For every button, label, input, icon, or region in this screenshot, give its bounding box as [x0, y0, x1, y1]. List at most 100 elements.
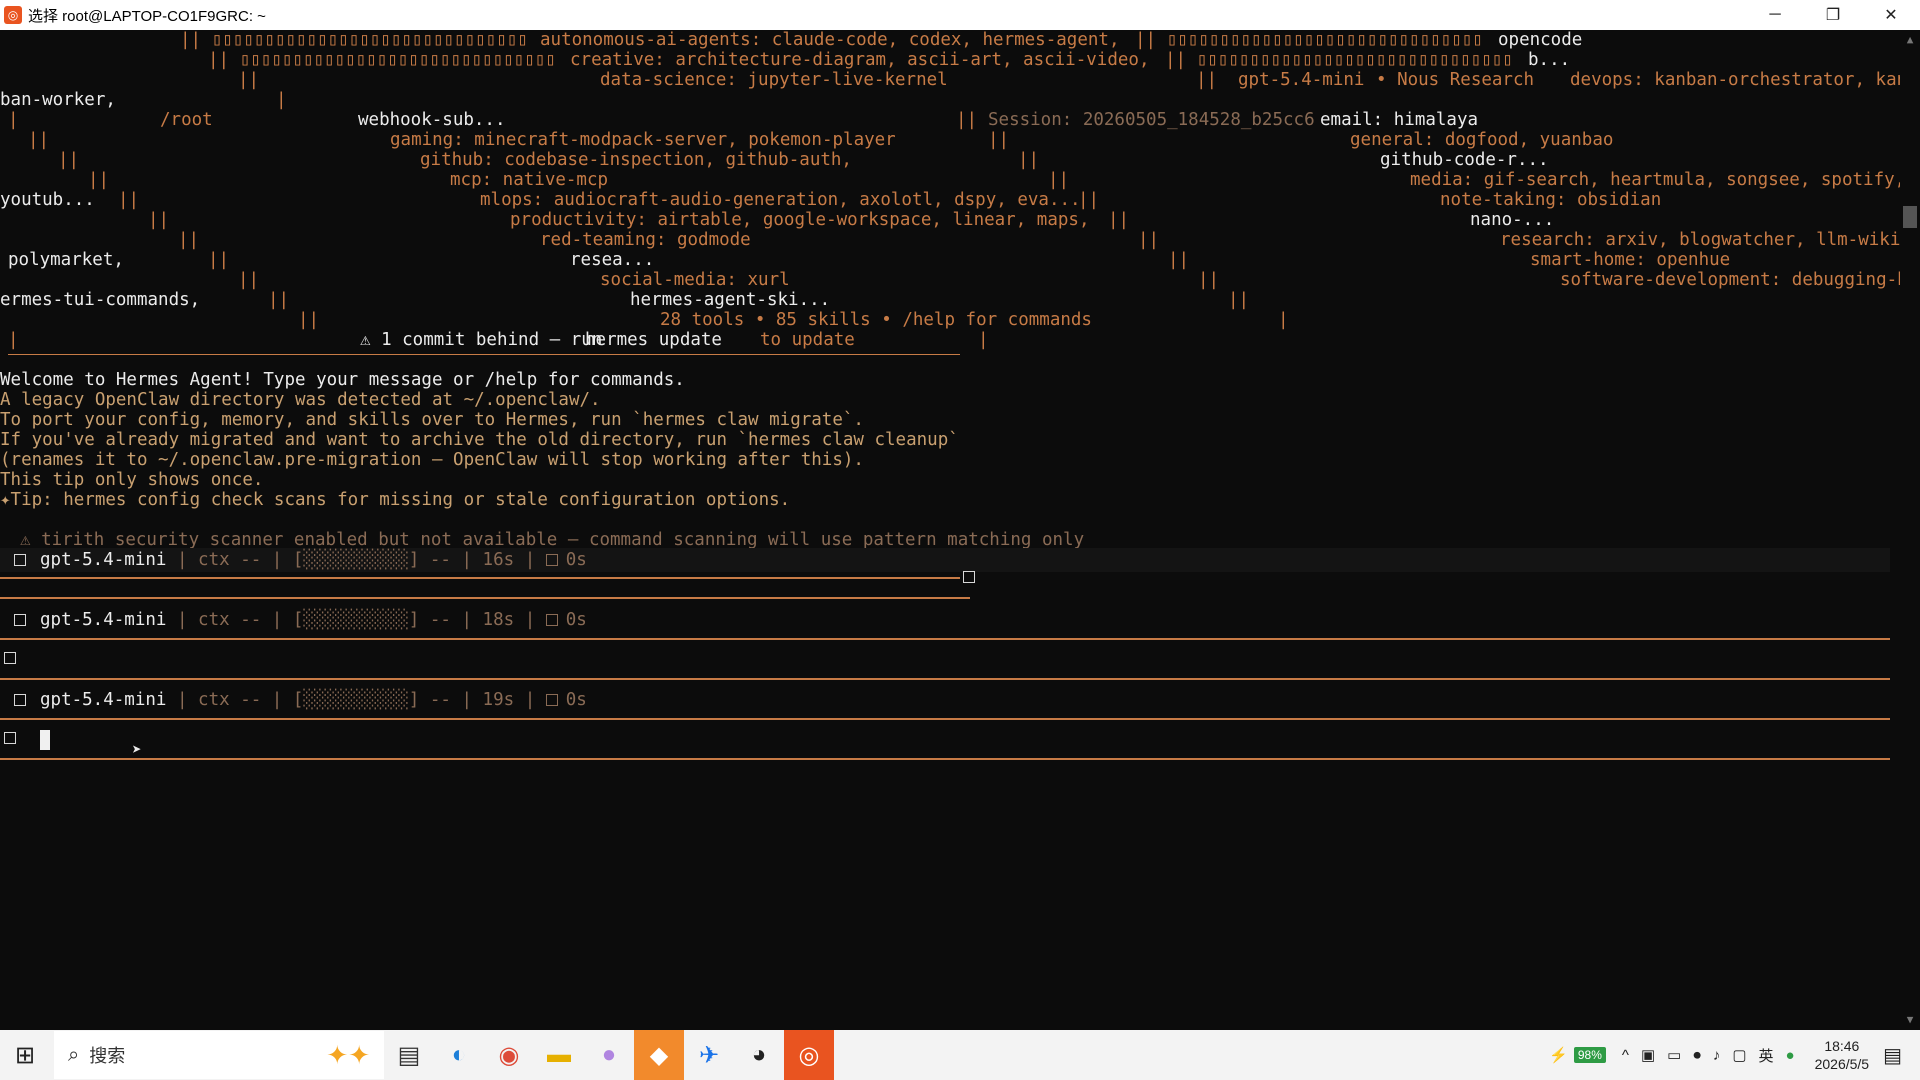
timer-icon: [545, 694, 558, 706]
terminal-area[interactable]: || ▯▯▯▯▯▯▯▯▯▯▯▯▯▯▯▯▯▯▯▯▯▯▯▯▯▯▯▯▯▯ autono…: [0, 30, 1900, 1030]
taskbar: ⊞ ⌕ 搜索 ✦✦ ▤ ◐ ◉ ▬ ● ◆ ✈ ◕ ◎ ⚡ 98% ^ ▣ ▭ …: [0, 1030, 1920, 1080]
wechat-icon[interactable]: ◆: [634, 1030, 684, 1080]
scroll-down-icon[interactable]: ▼: [1904, 1014, 1916, 1026]
minimize-button[interactable]: ─: [1746, 0, 1804, 30]
banner-border: ||: [1048, 170, 1070, 190]
terminal-scrollbar[interactable]: ▲ ▼: [1900, 30, 1920, 1030]
legacy-notice: To port your config, memory, and skills …: [0, 410, 864, 430]
banner-text: github-code-r...: [1380, 150, 1549, 170]
banner-border: ||: [268, 290, 290, 310]
banner-border: ||: [118, 190, 140, 210]
status-dash: --: [429, 610, 451, 630]
welcome-message: Welcome to Hermes Agent! Type your messa…: [0, 370, 685, 390]
status-model: gpt-5.4-mini: [40, 610, 167, 630]
banner-border: ||: [1018, 150, 1040, 170]
volume-icon[interactable]: ♪: [1713, 1047, 1721, 1064]
scroll-up-icon[interactable]: ▲: [1904, 34, 1916, 46]
clock[interactable]: 18:46 2026/5/5: [1815, 1037, 1870, 1073]
provider-name: • Nous Research: [1376, 70, 1535, 90]
clock-date: 2026/5/5: [1814, 1056, 1870, 1072]
task-view-icon[interactable]: ▤: [384, 1030, 434, 1080]
status-elapsed: 0s: [565, 610, 587, 630]
skill-category: red-teaming: godmode: [540, 230, 751, 250]
battery-icon[interactable]: ▭: [1667, 1046, 1681, 1064]
status-app-icon[interactable]: ●: [1786, 1047, 1795, 1064]
status-bar: gpt-5.4-mini | ctx -- | [░░░░░░░░░░] -- …: [0, 688, 587, 712]
update-command: hermes update: [585, 330, 722, 350]
microphone-icon[interactable]: ⏺: [1693, 1047, 1701, 1064]
cat-app-icon[interactable]: ●: [584, 1030, 634, 1080]
status-bar: gpt-5.4-mini | ctx -- | [░░░░░░░░░░] -- …: [0, 608, 587, 632]
tools-summary: 28 tools • 85 skills • /help for command…: [660, 310, 1092, 330]
banner-border: ||: [1138, 230, 1160, 250]
status-progress: [░░░░░░░░░░]: [292, 550, 420, 570]
banner-text: b...: [1528, 50, 1571, 70]
edge-icon[interactable]: ◐: [434, 1030, 484, 1080]
input-border: [0, 718, 1890, 720]
banner-border: || ▯▯▯▯▯▯▯▯▯▯▯▯▯▯▯▯▯▯▯▯▯▯▯▯▯▯▯▯▯▯: [180, 30, 528, 50]
banner-border: ||: [208, 250, 230, 270]
skill-category: github: codebase-inspection, github-auth…: [420, 150, 852, 170]
status-ctx: ctx --: [198, 690, 262, 710]
banner-bottom-border: [8, 354, 960, 355]
status-checkbox-icon: [14, 694, 26, 706]
model-name: gpt-5.4-mini: [1238, 70, 1365, 90]
scrollbar-thumb[interactable]: [1903, 206, 1917, 228]
banner-border: ||: [238, 270, 260, 290]
restore-button[interactable]: ❐: [1804, 0, 1862, 30]
banner-text: resea...: [570, 250, 655, 270]
close-button[interactable]: ✕: [1862, 0, 1920, 30]
feishu-icon[interactable]: ✈: [684, 1030, 734, 1080]
copilot-sparkle-icon: ✦✦: [326, 1039, 370, 1070]
banner-border: ||: [1108, 210, 1130, 230]
banner-border: ||: [238, 70, 260, 90]
windows-start-icon[interactable]: ⊞: [0, 1030, 50, 1080]
input-border: [0, 597, 970, 599]
banner-border: |: [8, 330, 19, 350]
ime-indicator[interactable]: 英: [1759, 1045, 1774, 1066]
skill-category: software-development: debugging-h: [1560, 270, 1900, 290]
search-icon: ⌕: [68, 1043, 80, 1066]
mouse-pointer-icon: ➤: [132, 740, 142, 759]
skill-category: general: dogfood, yuanbao: [1350, 130, 1614, 150]
legacy-notice: This tip only shows once.: [0, 470, 264, 490]
banner-text: nano-...: [1470, 210, 1555, 230]
chrome-icon[interactable]: ◉: [484, 1030, 534, 1080]
skill-category: smart-home: openhue: [1530, 250, 1731, 270]
banner-text: ban-worker,: [0, 90, 116, 110]
taskbar-search[interactable]: ⌕ 搜索 ✦✦: [54, 1031, 384, 1079]
status-time: 19s: [482, 690, 515, 710]
input-border: [0, 638, 1890, 640]
status-dash: --: [429, 690, 451, 710]
banner-text: polymarket,: [8, 250, 124, 270]
status-dash: --: [429, 550, 451, 570]
status-checkbox-icon: [14, 614, 26, 626]
status-time: 18s: [482, 610, 515, 630]
notification-icon[interactable]: ▤: [1883, 1043, 1902, 1068]
legacy-notice: (renames it to ~/.openclaw.pre-migration…: [0, 450, 864, 470]
skill-category: note-taking: obsidian: [1440, 190, 1662, 210]
banner-border: ||: [178, 230, 200, 250]
banner-border: ||: [1078, 190, 1100, 210]
chevron-up-icon[interactable]: ^: [1622, 1047, 1629, 1064]
status-model: gpt-5.4-mini: [40, 550, 167, 570]
status-elapsed: 0s: [565, 550, 587, 570]
prompt-box-icon: [4, 652, 16, 664]
status-progress: [░░░░░░░░░░]: [292, 690, 420, 710]
skill-category: creative: architecture-diagram, ascii-ar…: [570, 50, 1150, 70]
cwd-label: /root: [160, 110, 213, 130]
banner-border: ||: [1196, 70, 1218, 90]
status-model: gpt-5.4-mini: [40, 690, 167, 710]
file-explorer-icon[interactable]: ▬: [534, 1030, 584, 1080]
display-icon[interactable]: ▣: [1641, 1046, 1655, 1064]
plug-icon: ⚡: [1549, 1047, 1568, 1064]
skill-category: productivity: airtable, google-workspace…: [510, 210, 1090, 230]
app-icon[interactable]: ◕: [734, 1030, 784, 1080]
ubuntu-terminal-icon[interactable]: ◎: [784, 1030, 834, 1080]
banner-text: webhook-sub...: [358, 110, 506, 130]
text-cursor[interactable]: [40, 730, 50, 750]
skill-category: research: arxiv, blogwatcher, llm-wiki,: [1500, 230, 1900, 250]
banner-border: ||: [1228, 290, 1250, 310]
status-ctx: ctx --: [198, 550, 262, 570]
network-icon[interactable]: ▢: [1732, 1046, 1746, 1064]
